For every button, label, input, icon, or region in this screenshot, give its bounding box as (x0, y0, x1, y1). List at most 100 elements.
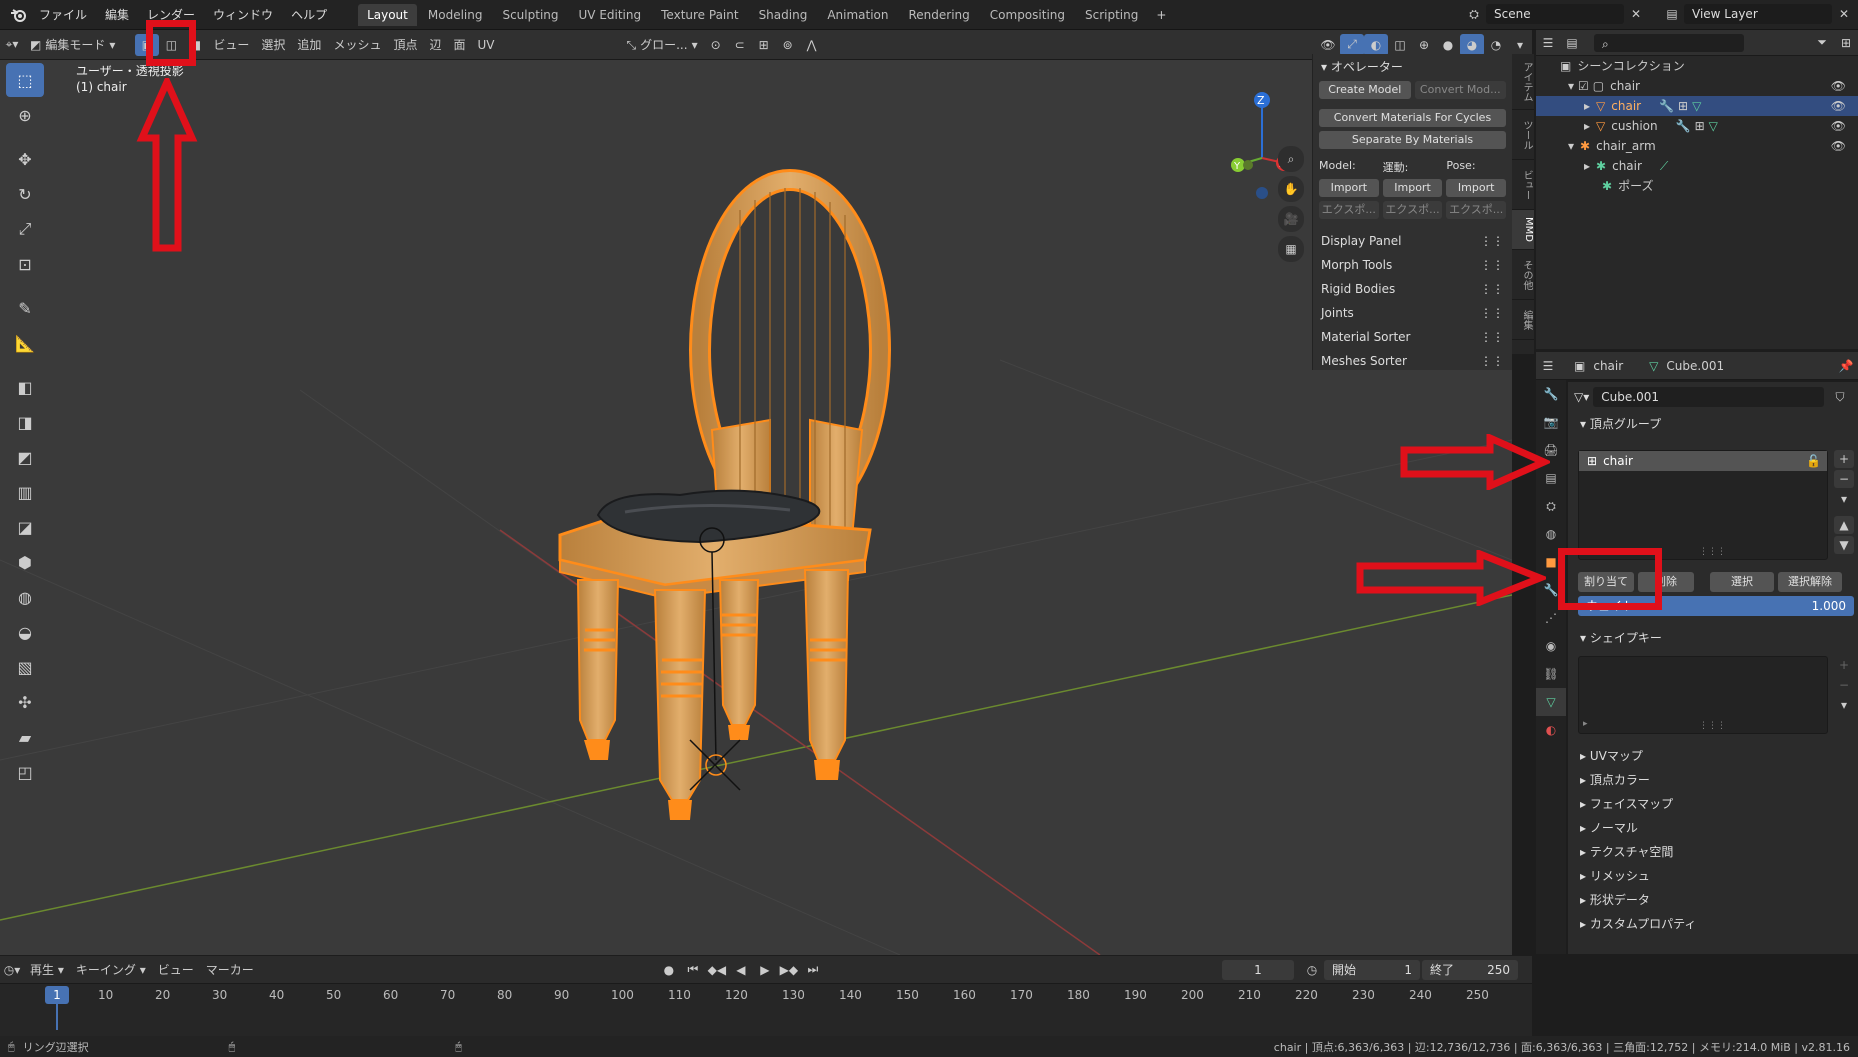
xray-icon[interactable]: ◫ (1388, 34, 1412, 56)
menu-uv[interactable]: UV (472, 34, 501, 56)
export-model-button[interactable]: エクスポ... (1319, 201, 1379, 219)
move-down-icon[interactable]: ▼ (1834, 536, 1854, 554)
annotate-tool-icon[interactable]: ✎ (6, 291, 44, 325)
clock-icon[interactable]: ◷ (1300, 959, 1324, 981)
add-vertex-group-icon[interactable]: + (1834, 450, 1854, 468)
rendered-shading-icon[interactable]: ◔ (1484, 34, 1508, 56)
play-reverse-icon[interactable]: ◀ (729, 959, 753, 981)
ortho-grid-icon[interactable]: ▦ (1278, 236, 1304, 262)
timeline-ruler[interactable]: 1 10 20 30 40 50 60 70 80 90 100 110 120 130 140 150 16… (0, 984, 1532, 1036)
play-icon[interactable]: ▶ (753, 959, 777, 981)
visibility-eye-icon[interactable]: 👁 (1831, 136, 1846, 156)
record-icon[interactable]: ● (657, 959, 681, 981)
cursor-tool-icon[interactable]: ⊕ (6, 98, 44, 132)
menu-select[interactable]: 選択 (255, 34, 291, 56)
remesh-section[interactable]: ▸ リメッシュ (1568, 864, 1858, 888)
3d-viewport[interactable]: Z X Y ユーザー・透視投影 (1) chair ⌕ ✋ 🎥 ▦ (0, 60, 1512, 955)
remove-vertex-group-icon[interactable]: − (1834, 470, 1854, 488)
display-panel-section[interactable]: Display Panel ⋮⋮ (1313, 229, 1512, 253)
next-keyframe-icon[interactable]: ▶◆ (777, 959, 801, 981)
select-button[interactable]: 選択 (1710, 572, 1774, 592)
menu-add[interactable]: 追加 (291, 34, 327, 56)
scene-selector[interactable]: ⛭ Scene ✕ (1462, 3, 1648, 25)
menu-keying[interactable]: キーイング ▾ (70, 959, 152, 981)
pan-hand-icon[interactable]: ✋ (1278, 176, 1304, 202)
rip-tool-icon[interactable]: ◰ (6, 755, 44, 789)
outliner-row-armature-data[interactable]: ▸ ✱ chair ⟋ (1536, 156, 1858, 176)
extrude-tool-icon[interactable]: ◧ (6, 370, 44, 404)
falloff-icon[interactable]: ⋀ (800, 34, 824, 56)
convert-model-button[interactable]: Convert Mod... (1414, 81, 1506, 99)
scale-tool-icon[interactable]: ⤢ (6, 212, 44, 246)
overlay-toggle-icon[interactable]: ◐ (1364, 33, 1388, 56)
import-model-button[interactable]: Import (1319, 179, 1379, 197)
tab-sculpting[interactable]: Sculpting (493, 4, 567, 26)
vertex-groups-icon[interactable]: ⊞ (1695, 116, 1705, 136)
outliner-row-chair-arm[interactable]: ▾ ✱ chair_arm 👁 (1536, 136, 1858, 156)
measure-tool-icon[interactable]: 📐 (6, 326, 44, 360)
view-layer-close-icon[interactable]: ✕ (1832, 3, 1856, 25)
new-collection-icon[interactable]: ⊞ (1834, 32, 1858, 54)
scene-close-icon[interactable]: ✕ (1624, 3, 1648, 25)
tab-modeling[interactable]: Modeling (419, 4, 492, 26)
tab-uv-editing[interactable]: UV Editing (570, 4, 651, 26)
prev-keyframe-icon[interactable]: ◆◀ (705, 959, 729, 981)
tab-layout[interactable]: Layout (358, 3, 417, 26)
rotate-tool-icon[interactable]: ↻ (6, 177, 44, 211)
inset-tool-icon[interactable]: ◨ (6, 405, 44, 439)
mesh-name-field[interactable]: Cube.001 (1593, 387, 1824, 407)
visibility-eye-icon[interactable]: 👁 (1831, 76, 1846, 96)
remove-shape-key-icon[interactable]: − (1834, 676, 1854, 694)
tab-item[interactable]: アイテム (1512, 54, 1534, 110)
add-shape-key-icon[interactable]: + (1834, 656, 1854, 674)
menu-playback[interactable]: 再生 ▾ (24, 959, 70, 981)
tab-animation[interactable]: Animation (818, 4, 897, 26)
tab-view[interactable]: ビュー (1512, 160, 1534, 210)
constraints-properties-icon[interactable]: ⛓ (1536, 660, 1566, 688)
tab-mmd[interactable]: MMD (1512, 210, 1534, 250)
rigid-bodies-section[interactable]: Rigid Bodies ⋮⋮ (1313, 277, 1512, 301)
modifier-wrench-icon[interactable]: 🔧 (1676, 116, 1691, 136)
edge-slide-tool-icon[interactable]: ▧ (6, 650, 44, 684)
end-frame-field[interactable]: 終了 250 (1422, 959, 1518, 980)
move-up-icon[interactable]: ▲ (1834, 516, 1854, 534)
view-layer-field[interactable]: View Layer (1684, 4, 1832, 24)
convert-materials-button[interactable]: Convert Materials For Cycles (1319, 109, 1506, 127)
fake-user-shield-icon[interactable]: ⛉ (1828, 386, 1852, 408)
menu-view[interactable]: ビュー (207, 34, 255, 56)
expand-arrow-icon[interactable]: ▸ (1584, 116, 1590, 136)
camera-icon[interactable]: 🎥 (1278, 206, 1304, 232)
expand-arrow-icon[interactable]: ▸ (1584, 96, 1590, 116)
current-frame-field[interactable]: 1 (1222, 959, 1294, 980)
wireframe-shading-icon[interactable]: ⊕ (1412, 34, 1436, 56)
shape-key-list[interactable]: ▸ ⋮⋮⋮ (1578, 656, 1828, 734)
tab-texture-paint[interactable]: Texture Paint (652, 4, 747, 26)
tab-misc[interactable]: その他 (1512, 250, 1534, 300)
resize-grip-icon[interactable]: ⋮⋮⋮ (1699, 721, 1726, 731)
meshes-sorter-section[interactable]: Meshes Sorter ⋮⋮ (1313, 349, 1512, 373)
outliner-row-cushion[interactable]: ▸ ▽ cushion 🔧 ⊞ ▽ 👁 (1536, 116, 1858, 136)
outliner-row-pose[interactable]: ✱ ポーズ (1536, 176, 1858, 196)
operator-panel-header[interactable]: ▾ オペレーター (1313, 54, 1512, 79)
shear-tool-icon[interactable]: ▰ (6, 720, 44, 754)
create-model-button[interactable]: Create Model (1319, 81, 1411, 99)
import-motion-button[interactable]: Import (1382, 179, 1443, 197)
select-box-tool-icon[interactable]: ⬚ (6, 63, 44, 97)
resize-grip-icon[interactable]: ⋮⋮⋮ (1699, 547, 1726, 557)
uv-maps-section[interactable]: ▸ UVマップ (1568, 744, 1858, 768)
expand-arrow-icon[interactable]: ▾ (1568, 76, 1574, 96)
specials-menu-icon[interactable]: ▾ (1834, 696, 1854, 714)
mode-selector[interactable]: ◩ 編集モード ▾ (24, 34, 121, 56)
material-shading-icon[interactable]: ◕ (1460, 33, 1484, 56)
menu-vertex[interactable]: 頂点 (387, 34, 423, 56)
tab-edit[interactable]: 編集 (1512, 300, 1534, 340)
material-sorter-section[interactable]: Material Sorter ⋮⋮ (1313, 325, 1512, 349)
outliner-editor-icon[interactable]: ☰ (1536, 32, 1560, 54)
transform-orientation-dropdown[interactable]: ⤡ グロー... ▾ (621, 34, 704, 56)
tab-shading[interactable]: Shading (750, 4, 817, 26)
jump-start-icon[interactable]: ⏮ (681, 959, 705, 981)
menu-file[interactable]: ファイル (30, 0, 96, 30)
shading-options-icon[interactable]: ▾ (1508, 34, 1532, 56)
smooth-tool-icon[interactable]: ◒ (6, 615, 44, 649)
vertex-groups-section-header[interactable]: ▾ 頂点グループ (1568, 412, 1858, 436)
